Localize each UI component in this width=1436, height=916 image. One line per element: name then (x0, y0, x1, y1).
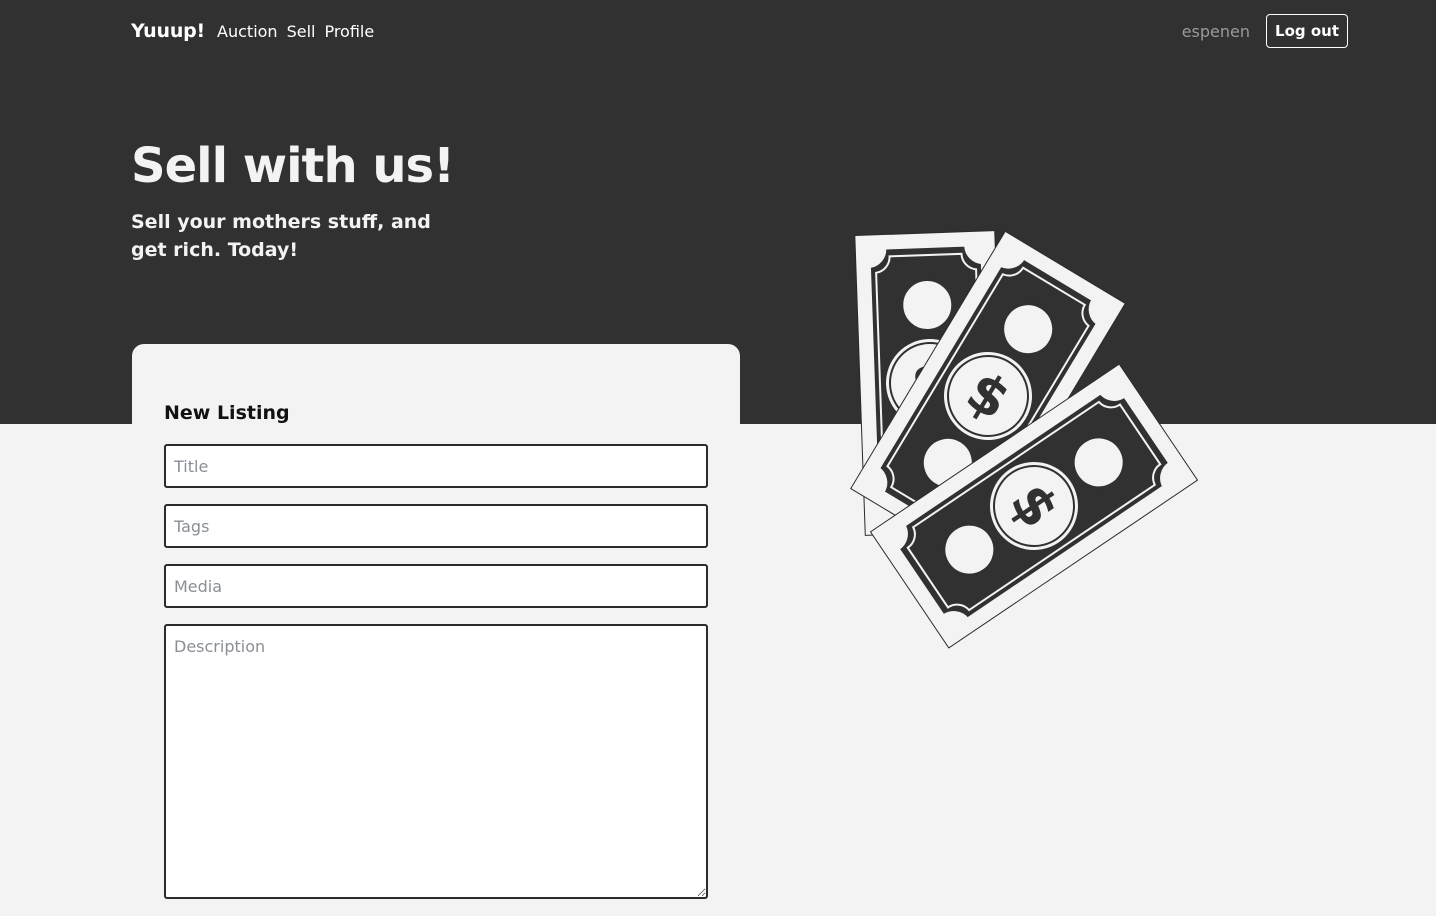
nav-link-profile[interactable]: Profile (324, 22, 374, 41)
hero-subtitle: Sell your mothers stuff, and get rich. T… (131, 211, 431, 261)
description-textarea[interactable] (164, 624, 708, 899)
money-bills-icon: $ (849, 229, 1199, 649)
title-input[interactable] (164, 444, 708, 488)
logout-button[interactable]: Log out (1266, 14, 1348, 48)
top-navbar: Yuuup! Auction Sell Profile espenen Log … (131, 14, 1348, 48)
nav-link-auction[interactable]: Auction (217, 22, 278, 41)
brand-logo[interactable]: Yuuup! (131, 20, 205, 42)
media-input[interactable] (164, 564, 708, 608)
username-label: espenen (1181, 21, 1251, 41)
hero-title: Sell with us! (131, 138, 455, 194)
new-listing-card: New Listing (132, 344, 740, 916)
form-heading: New Listing (164, 402, 290, 424)
nav-link-sell[interactable]: Sell (287, 22, 316, 41)
tags-input[interactable] (164, 504, 708, 548)
